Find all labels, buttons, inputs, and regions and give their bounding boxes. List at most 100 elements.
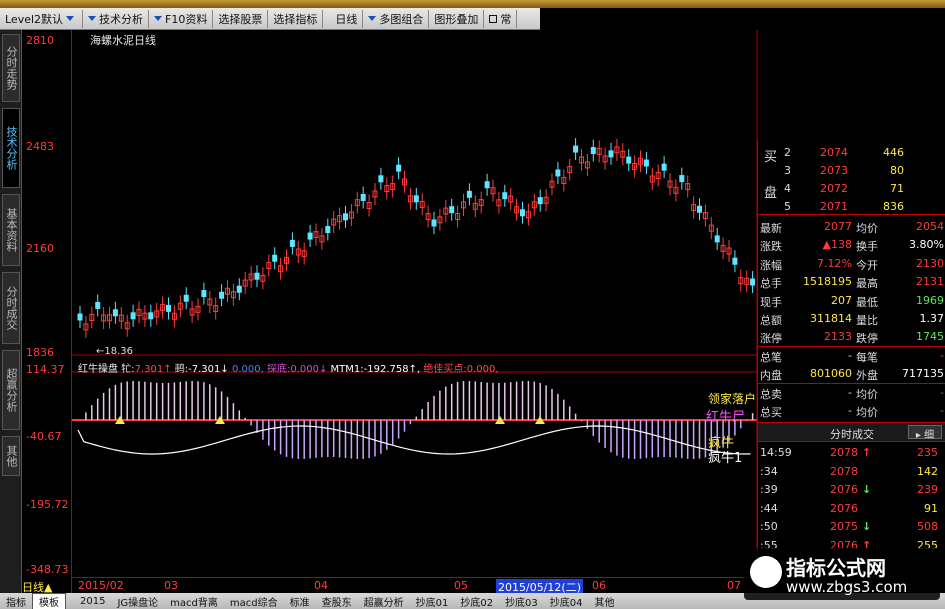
tick-price: 2076 <box>830 501 858 515</box>
logo-icon <box>750 556 782 588</box>
stat-value: ▲138 <box>822 238 852 252</box>
watermark: 指标公式网 www.zbgs3.com <box>744 548 940 600</box>
stat-key: 均价 <box>856 222 878 235</box>
watermark-url: www.zbgs3.com <box>786 578 908 596</box>
bottom-tab[interactable]: 其他 <box>589 594 621 609</box>
ind-v3: 0.000, <box>231 364 264 375</box>
bottom-tab[interactable]: 抄底04 <box>544 594 589 609</box>
quote-panel: 买 盘 2 2074 446 3 2073 80 4 2072 71 5 2071 8… <box>757 140 945 593</box>
stat-value: 7.12% <box>817 256 852 270</box>
stat-value: 1.37 <box>919 312 945 325</box>
tick-direction-icon: ↓ <box>862 520 872 533</box>
divider <box>758 214 945 215</box>
ind-v2-label: 鹀: <box>174 364 189 375</box>
candle <box>77 313 83 321</box>
bottom-tab[interactable]: macd背离 <box>164 594 224 609</box>
tick-price: 2078 <box>830 446 858 459</box>
tick-volume: 142 <box>917 464 938 478</box>
bid-level: 4 <box>784 182 791 195</box>
bottom-tab[interactable]: 2015 <box>74 596 111 607</box>
bottom-tab[interactable]: 超赢分析 <box>358 594 410 609</box>
bottom-tab[interactable]: 标准 <box>284 594 316 609</box>
stat-key: 总手 <box>760 277 782 291</box>
detail-button[interactable]: ▸ 细 <box>908 425 942 441</box>
candle <box>626 156 632 164</box>
bid-price: 2072 <box>820 182 848 195</box>
date-label-3: 05 <box>454 579 468 592</box>
bid-volume: 836 <box>883 200 904 213</box>
stat-row: 总额 311814 量比 1.37 <box>758 310 945 328</box>
stat-row: 总手 1518195 最高 2131 <box>758 273 945 291</box>
chart-title: 海螺水泥日线 <box>90 34 156 47</box>
stat-row: 现手 207 最低 1969 <box>758 292 945 310</box>
candle <box>714 235 720 243</box>
candle <box>183 294 189 302</box>
stat-key: 总额 <box>760 314 782 327</box>
stat-value: 1518195 <box>803 275 852 289</box>
stat-row: 涨停 2133 跌停 1745 <box>758 328 945 346</box>
low-price-marker: ←18.36 <box>96 346 134 357</box>
stat-key: 内盘 <box>760 369 782 383</box>
tick-title: 分时成交 <box>830 428 874 441</box>
stat-value: 1745 <box>916 330 944 344</box>
bottom-tab[interactable]: 抄底03 <box>499 594 544 609</box>
tick-direction-icon: ↓ <box>862 483 872 496</box>
bottom-tab[interactable]: 抄底01 <box>410 594 455 609</box>
stat-value: 2077 <box>824 220 852 233</box>
bid-row: 2 2074 446 <box>758 144 945 162</box>
candle <box>449 206 455 214</box>
bid-level: 2 <box>784 146 791 159</box>
tick-header: 分时成交 ▸ 细 <box>758 422 945 442</box>
stat-value: - <box>940 348 944 362</box>
stat-key: 均价 <box>856 406 878 419</box>
stat-key: 最新 <box>760 222 782 235</box>
stat-value: - <box>940 385 944 399</box>
bottom-tab[interactable]: 模板 <box>32 592 66 609</box>
stat-key: 每笔 <box>856 350 878 364</box>
stat-value: - <box>940 404 944 417</box>
bottom-tab[interactable]: 查股东 <box>316 594 358 609</box>
candle <box>732 257 738 265</box>
tick-row: :34 2078 142 <box>758 463 945 481</box>
tick-time: :44 <box>760 501 778 515</box>
stat-key: 跌停 <box>856 332 878 346</box>
candle <box>148 312 154 320</box>
stat-value: 311814 <box>810 312 852 325</box>
bottom-tab[interactable]: JG操盘论 <box>111 594 164 609</box>
stat-value: 2131 <box>916 275 944 289</box>
tick-price: 2076 <box>830 483 858 496</box>
candle <box>360 194 366 202</box>
candle <box>590 147 596 155</box>
stat-key: 涨停 <box>760 332 782 346</box>
ind-v5: -192.758↑, <box>363 364 421 375</box>
stat-value: 2054 <box>916 220 944 233</box>
stat-key: 总卖 <box>760 387 782 401</box>
stat-row: 涨幅 7.12% 今开 2130 <box>758 255 945 273</box>
candle <box>413 195 419 203</box>
stat-key: 换手 <box>856 240 878 254</box>
tick-price: 2078 <box>830 464 858 478</box>
bid-price: 2073 <box>820 164 848 177</box>
candle <box>537 197 543 205</box>
bottom-tab[interactable]: 抄底02 <box>454 594 499 609</box>
stat-row: 涨跌 ▲138 换手 3.80% <box>758 236 945 254</box>
tick-row: :44 2076 91 <box>758 500 945 518</box>
candle <box>219 291 225 299</box>
bottom-tab[interactable]: 指标 <box>0 594 32 609</box>
candle <box>502 192 508 200</box>
stat-row: 内盘 801060 外盘 717135 <box>758 365 945 383</box>
bid-row: 3 2073 80 <box>758 162 945 180</box>
stat-key: 均价 <box>856 387 878 401</box>
stat-key: 今开 <box>856 258 878 272</box>
indicator-name: 红牛操盘 <box>78 364 118 375</box>
bottom-tab[interactable]: macd综合 <box>224 594 284 609</box>
stat-key: 涨幅 <box>760 258 782 272</box>
ind-v6-label: 绝佳买点: <box>423 364 467 375</box>
ind-v4: 0.000↓ <box>290 364 328 375</box>
stat-value: - <box>848 404 852 417</box>
candle <box>484 181 490 189</box>
ind-v4-label: 探底: <box>266 364 291 375</box>
bid-volume: 71 <box>890 182 904 195</box>
stat-value: 2133 <box>824 330 852 344</box>
ind-v1-label: 牤: <box>121 364 135 375</box>
